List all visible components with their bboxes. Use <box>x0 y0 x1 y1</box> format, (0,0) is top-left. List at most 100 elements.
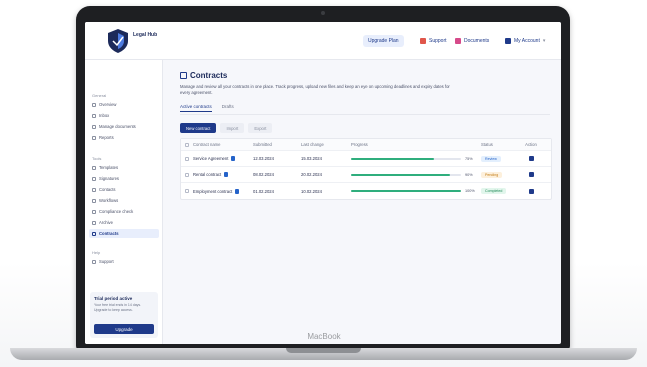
action-bar: New contract Import Export <box>180 123 273 133</box>
sidebar-item-compliance-check[interactable]: Compliance check <box>89 207 159 216</box>
sidebar-item-reports[interactable]: Reports <box>89 133 159 142</box>
header-submitted[interactable]: Submitted <box>253 142 301 147</box>
header-status[interactable]: Status <box>481 142 521 147</box>
sidebar-item-label: Templates <box>99 165 119 170</box>
progress-cell: 90% <box>351 173 481 177</box>
sidebar-item-label: Signatures <box>99 176 120 181</box>
status-badge: Review <box>481 155 501 162</box>
shield-logo-icon <box>108 29 128 53</box>
sidebar-item-contacts[interactable]: Contacts <box>89 185 159 194</box>
action-cell <box>521 156 541 161</box>
progress-fill <box>351 190 461 192</box>
header-last-change[interactable]: Last change <box>301 142 351 147</box>
table-row[interactable]: Service Agreement 12.03.2024 15.03.2024 … <box>181 151 551 167</box>
page-description: Manage and review all your contracts in … <box>180 84 450 95</box>
camera-icon <box>321 11 325 15</box>
status-badge: Completed <box>481 188 507 194</box>
logo-text: Legal Hub <box>133 32 158 38</box>
row-checkbox[interactable] <box>185 156 189 161</box>
contract-name: Rental contract <box>193 172 222 177</box>
row-checkbox[interactable] <box>185 189 189 193</box>
progress-percent: 75% <box>465 156 473 161</box>
contacts-icon <box>92 187 96 192</box>
grid-icon <box>92 102 96 107</box>
row-checkbox[interactable] <box>185 172 189 177</box>
contract-name-cell: Rental contract <box>193 172 253 177</box>
file-icon <box>231 156 236 161</box>
upgrade-plan-label: Upgrade Plan <box>368 38 399 44</box>
pen-icon <box>92 176 96 181</box>
header-action: Action <box>525 142 537 147</box>
status-cell: Pending <box>481 171 521 178</box>
row-checkbox-cell <box>181 172 193 177</box>
trial-title: Trial period active <box>94 296 133 301</box>
export-button[interactable]: Export <box>248 123 273 133</box>
table-row[interactable]: Employment contract 01.02.2024 10.02.202… <box>181 183 551 199</box>
progress-percent: 100% <box>465 189 475 193</box>
sidebar-item-archive[interactable]: Archive <box>89 218 159 227</box>
my-account-label: My Account <box>514 38 540 44</box>
progress-percent: 90% <box>465 172 473 177</box>
progress-cell: 75% <box>351 157 481 161</box>
tab-active-contracts[interactable]: Active contracts <box>180 104 212 112</box>
top-bar: Legal Hub Upgrade Plan Support Documents… <box>85 22 561 60</box>
last-change-cell: 20.02.2024 <box>301 172 322 177</box>
sidebar-item-label: Manage documents <box>99 124 136 129</box>
my-account-button[interactable]: My Account ▾ <box>505 35 545 47</box>
tab-divider <box>180 114 550 115</box>
account-icon <box>505 38 511 44</box>
tab-drafts[interactable]: Drafts <box>222 104 234 112</box>
submitted-cell: 01.02.2024 <box>253 188 274 194</box>
sidebar-item-label: Archive <box>99 220 113 225</box>
sidebar-item-templates[interactable]: Templates <box>89 163 159 172</box>
tab-bar: Active contracts Drafts <box>180 104 234 112</box>
sidebar: General Overview Inbox Manage documents … <box>85 60 163 344</box>
sidebar-item-label: Compliance check <box>99 209 134 214</box>
select-all-checkbox[interactable] <box>185 142 189 147</box>
sidebar-section-help: Help <box>92 250 101 255</box>
support-button[interactable]: Support <box>420 35 447 47</box>
document-icon <box>92 231 96 236</box>
document-icon <box>180 72 187 79</box>
help-icon <box>92 259 96 264</box>
edit-icon[interactable] <box>528 188 534 194</box>
progress-cell: 100% <box>351 189 481 193</box>
progress-track <box>351 157 461 160</box>
sidebar-item-contracts[interactable]: Contracts <box>89 229 159 238</box>
sidebar-item-label: Reports <box>99 135 114 140</box>
sidebar-item-overview[interactable]: Overview <box>89 100 159 109</box>
contract-name: Employment contract <box>193 188 233 194</box>
sidebar-item-signatures[interactable]: Signatures <box>89 174 159 183</box>
table-header: Contract name Submitted Last change Prog… <box>181 139 551 151</box>
edit-icon[interactable] <box>528 156 534 161</box>
sidebar-item-inbox[interactable]: Inbox <box>89 111 159 120</box>
status-cell: Completed <box>481 188 521 194</box>
sidebar-item-label: Workflows <box>99 198 119 203</box>
sidebar-item-label: Overview <box>99 102 117 107</box>
sidebar-item-label: Support <box>99 259 114 264</box>
sidebar-item-workflows[interactable]: Workflows <box>89 196 159 205</box>
sidebar-item-manage-documents[interactable]: Manage documents <box>89 122 159 131</box>
chevron-down-icon: ▾ <box>542 38 546 44</box>
header-progress[interactable]: Progress <box>351 142 481 147</box>
header-name[interactable]: Contract name <box>193 142 253 147</box>
support-icon <box>420 38 426 44</box>
file-icon <box>235 188 240 194</box>
table-row[interactable]: Rental contract 08.02.2024 20.02.2024 90… <box>181 167 551 183</box>
support-label: Support <box>429 38 447 44</box>
upgrade-plan-button[interactable]: Upgrade Plan <box>363 35 404 47</box>
import-button[interactable]: Import <box>220 123 245 133</box>
sidebar-item-support[interactable]: Support <box>89 257 159 266</box>
progress-track <box>351 190 461 192</box>
edit-icon[interactable] <box>528 172 534 177</box>
sidebar-item-label: Contacts <box>99 187 116 192</box>
status-cell: Review <box>481 155 521 162</box>
new-contract-button[interactable]: New contract <box>180 123 217 133</box>
chart-icon <box>92 135 96 140</box>
documents-icon <box>455 38 461 44</box>
submitted-cell: 12.03.2024 <box>253 156 274 161</box>
submitted-cell: 08.02.2024 <box>253 172 274 177</box>
documents-button[interactable]: Documents <box>455 35 489 47</box>
laptop-screen: Legal Hub Upgrade Plan Support Documents… <box>85 22 561 344</box>
contract-name-cell: Employment contract <box>193 188 253 194</box>
